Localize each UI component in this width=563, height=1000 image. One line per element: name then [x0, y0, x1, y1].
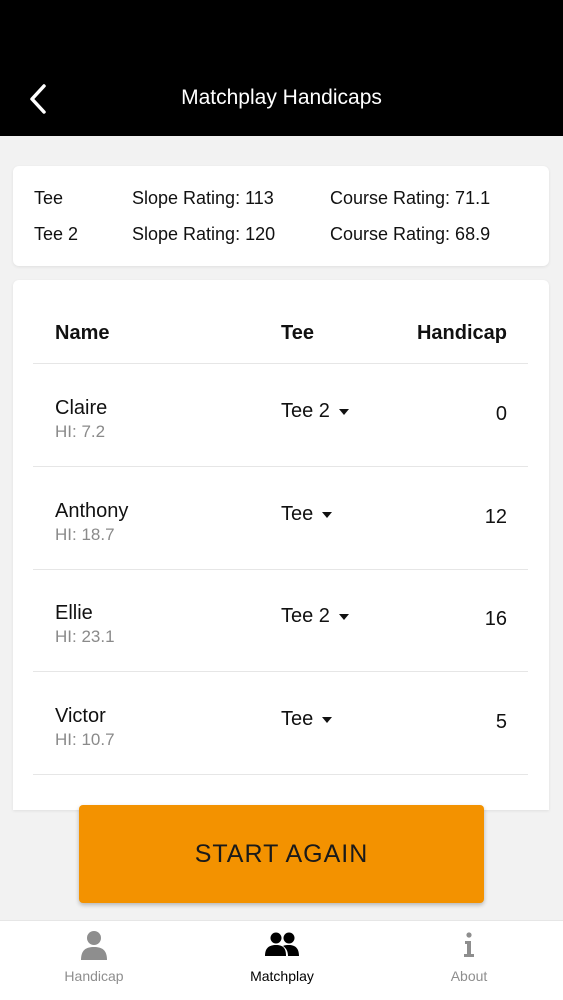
course-rating: Course Rating: 71.1: [330, 188, 491, 208]
player-handicap-index: HI: 18.7: [55, 525, 115, 544]
player-name: Ellie: [55, 602, 93, 624]
person-icon: [81, 931, 107, 960]
course-rating: Course Rating: 68.9: [330, 224, 491, 244]
caret-down-icon: [322, 716, 333, 723]
player-handicap: 5: [495, 711, 507, 733]
table-row: Anthony HI: 18.7 Tee 12: [33, 467, 528, 570]
slope-rating: Slope Rating: 113: [132, 188, 274, 208]
caret-down-icon: [338, 408, 349, 415]
tee-ratings-card: Tee Slope Rating: 113 Course Rating: 71.…: [13, 166, 549, 266]
player-handicap-index: HI: 7.2: [55, 422, 106, 441]
player-handicap-index: HI: 10.7: [55, 730, 115, 749]
tee-rating-row: Tee Slope Rating: 113 Course Rating: 71.…: [13, 188, 549, 212]
caret-down-icon: [322, 511, 333, 518]
player-handicap-index: HI: 23.1: [55, 627, 115, 646]
slope-rating: Slope Rating: 120: [132, 224, 276, 244]
tee-dropdown[interactable]: Tee 2: [281, 400, 349, 423]
column-header-tee: Tee: [281, 322, 314, 344]
player-handicap: 12: [484, 506, 507, 528]
column-header-handicap: Handicap: [416, 322, 507, 344]
people-icon: [265, 932, 299, 956]
player-name: Anthony: [55, 500, 129, 522]
players-table: Name Tee Handicap Claire HI: 7.2 Tee 2 0…: [13, 280, 549, 810]
player-name: Victor: [55, 705, 106, 727]
caret-down-icon: [338, 613, 349, 620]
player-handicap: 0: [495, 403, 507, 425]
tab-bar: Handicap Matchplay About: [0, 920, 563, 1000]
player-name: Claire: [55, 397, 108, 419]
tee-dropdown[interactable]: Tee 2: [281, 605, 349, 628]
tee-dropdown[interactable]: Tee: [281, 503, 333, 526]
tee-dropdown-value: Tee 2: [281, 605, 330, 627]
tee-dropdown-value: Tee 2: [281, 400, 330, 422]
tab-label: Matchplay: [250, 968, 314, 984]
tee-dropdown-value: Tee: [281, 503, 314, 525]
tee-name: Tee 2: [34, 224, 79, 244]
table-row: Victor HI: 10.7 Tee 5: [33, 672, 528, 775]
tee-name: Tee: [34, 188, 64, 208]
page-title: Matchplay Handicaps: [181, 86, 382, 109]
player-handicap: 16: [484, 608, 507, 630]
tee-dropdown[interactable]: Tee: [281, 708, 333, 731]
tab-matchplay[interactable]: Matchplay: [188, 921, 376, 1000]
table-header: Name Tee Handicap: [33, 280, 528, 364]
tee-rating-row: Tee 2 Slope Rating: 120 Course Rating: 6…: [13, 224, 549, 248]
column-header-name: Name: [55, 322, 110, 344]
tab-about[interactable]: About: [375, 921, 563, 1000]
app-header: Matchplay Handicaps: [0, 0, 563, 136]
start-again-button[interactable]: START AGAIN: [79, 805, 484, 903]
tee-dropdown-value: Tee: [281, 708, 314, 730]
table-row: Ellie HI: 23.1 Tee 2 16: [33, 569, 528, 672]
table-row: Claire HI: 7.2 Tee 2 0: [33, 364, 528, 467]
tab-handicap[interactable]: Handicap: [0, 921, 188, 1000]
tab-label: Handicap: [64, 968, 124, 984]
info-icon: [464, 932, 474, 957]
tab-label: About: [450, 968, 488, 984]
